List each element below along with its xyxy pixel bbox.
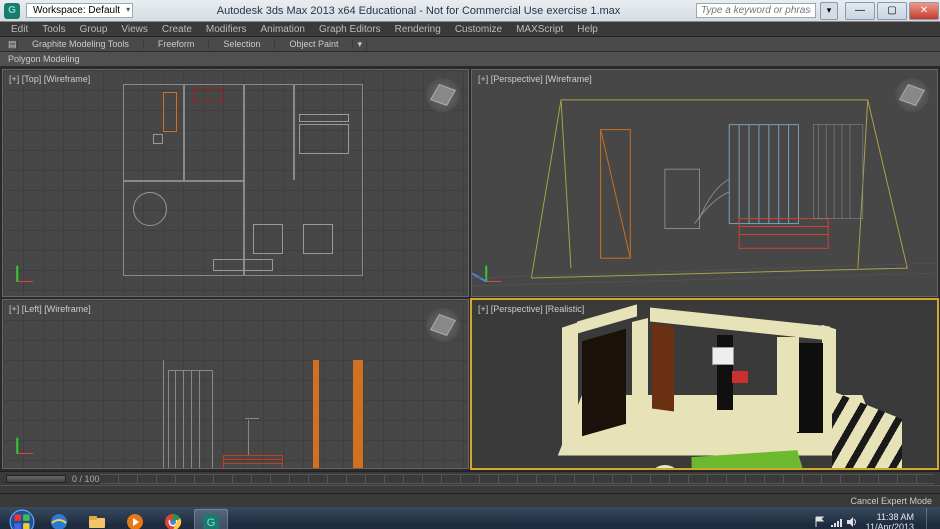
bottom-toolstrip [0, 485, 940, 493]
clock-date: 11/Apr/2013 [866, 522, 914, 529]
viewport-left-label[interactable]: [+] [Left] [Wireframe] [9, 304, 91, 314]
viewport-perspective-wireframe[interactable]: [+] [Perspective] [Wireframe] [471, 69, 938, 297]
ribbon-expand-icon[interactable]: ▤ [4, 39, 18, 50]
ribbon-subtab[interactable]: Polygon Modeling [0, 52, 940, 67]
viewport-perspective-realistic[interactable]: [+] [Perspective] [Realistic] [471, 299, 938, 469]
menu-views[interactable]: Views [114, 24, 155, 35]
menu-modifiers[interactable]: Modifiers [199, 24, 254, 35]
timeline-bar[interactable]: 0 / 100 [0, 471, 940, 485]
menu-grapheditors[interactable]: Graph Editors [312, 24, 388, 35]
scene-wireframe [123, 84, 363, 279]
minimize-button[interactable]: — [845, 2, 875, 20]
menu-tools[interactable]: Tools [35, 24, 72, 35]
taskbar-ie-icon[interactable] [42, 509, 76, 529]
status-bar: Cancel Expert Mode [0, 493, 940, 507]
help-search-input[interactable] [696, 3, 816, 18]
app-icon[interactable]: G [4, 3, 20, 19]
time-slider[interactable] [6, 475, 66, 483]
scene-render [472, 300, 937, 468]
menu-create[interactable]: Create [155, 24, 199, 35]
system-tray: 11:38 AM 11/Apr/2013 [814, 508, 936, 529]
svg-text:G: G [207, 517, 216, 529]
ribbon-tabs: ▤ Graphite Modeling Tools Freeform Selec… [0, 37, 940, 52]
tray-volume-icon[interactable] [846, 516, 858, 528]
clock-time: 11:38 AM [866, 512, 914, 522]
taskbar-clock[interactable]: 11:38 AM 11/Apr/2013 [862, 512, 918, 529]
tray-network-icon[interactable] [830, 516, 842, 528]
scene-wireframe [472, 70, 937, 296]
ribbon-tab-objectpaint[interactable]: Object Paint [275, 39, 353, 49]
taskbar-explorer-icon[interactable] [80, 509, 114, 529]
maximize-button[interactable]: ▢ [877, 2, 907, 20]
viewport-quad: [+] [Top] [Wireframe] [+] [Perspective] … [0, 67, 940, 471]
windows-taskbar: G 11:38 AM 11/Apr/2013 [0, 507, 940, 529]
ribbon-tab-freeform[interactable]: Freeform [144, 39, 210, 49]
menu-maxscript[interactable]: MAXScript [509, 24, 570, 35]
help-dropdown-icon[interactable]: ▾ [820, 2, 838, 20]
viewcube-icon[interactable] [426, 308, 460, 342]
ribbon-flyout-icon[interactable]: ▾ [353, 39, 367, 50]
menu-customize[interactable]: Customize [448, 24, 509, 35]
viewport-left[interactable]: [+] [Left] [Wireframe] [2, 299, 469, 469]
ribbon-tab-graphite[interactable]: Graphite Modeling Tools [18, 39, 144, 49]
taskbar-wmp-icon[interactable] [118, 509, 152, 529]
close-button[interactable]: ✕ [909, 2, 939, 20]
menu-animation[interactable]: Animation [253, 24, 311, 35]
menu-rendering[interactable]: Rendering [388, 24, 448, 35]
scene-wireframe [163, 360, 383, 469]
menu-bar: Edit Tools Group Views Create Modifiers … [0, 22, 940, 37]
workspace-selector[interactable]: Workspace: Default [26, 3, 133, 18]
viewport-pwire-label[interactable]: [+] [Perspective] [Wireframe] [478, 74, 592, 84]
viewcube-icon[interactable] [426, 78, 460, 112]
axis-gizmo-icon [9, 260, 39, 290]
ribbon-tab-selection[interactable]: Selection [209, 39, 275, 49]
timeline-ruler[interactable] [100, 474, 934, 484]
status-right-text[interactable]: Cancel Expert Mode [850, 496, 932, 506]
start-button[interactable] [4, 508, 40, 529]
taskbar-chrome-icon[interactable] [156, 509, 190, 529]
menu-help[interactable]: Help [570, 24, 605, 35]
taskbar-3dsmax-icon[interactable]: G [194, 509, 228, 529]
viewport-preal-label[interactable]: [+] [Perspective] [Realistic] [478, 304, 584, 314]
menu-edit[interactable]: Edit [4, 24, 35, 35]
viewport-top[interactable]: [+] [Top] [Wireframe] [2, 69, 469, 297]
viewport-top-label[interactable]: [+] [Top] [Wireframe] [9, 74, 90, 84]
menu-group[interactable]: Group [73, 24, 115, 35]
show-desktop-button[interactable] [926, 508, 936, 529]
frame-readout: 0 / 100 [72, 474, 100, 484]
window-title: Autodesk 3ds Max 2013 x64 Educational - … [217, 5, 621, 17]
windows-title-bar: G Workspace: Default Autodesk 3ds Max 20… [0, 0, 940, 22]
axis-gizmo-icon [9, 432, 39, 462]
tray-flag-icon[interactable] [814, 516, 826, 528]
